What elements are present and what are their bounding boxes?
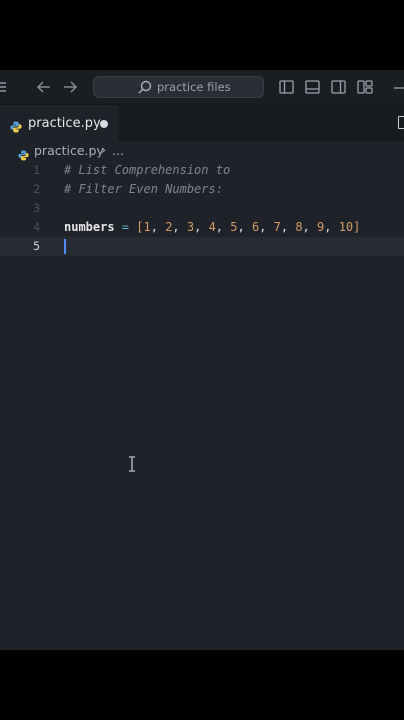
customize-layout-icon[interactable] [357,80,373,94]
line-number: 3 [33,201,40,215]
menu-icon[interactable] [0,70,10,104]
bracket: [ [136,220,144,234]
command-center-search[interactable]: practice files [93,76,264,98]
number-literal: 7 [273,220,281,234]
code-comment: # Filter Even Numbers: [64,182,223,196]
back-arrow-icon[interactable] [37,80,51,94]
line-number: 5 [33,239,40,253]
code-editor[interactable]: 1 # List Comprehension to 2 # Filter Eve… [0,161,404,650]
line-number: 2 [33,182,40,196]
code-comment: # List Comprehension to [64,163,231,177]
comma: , [302,220,317,234]
python-file-icon [10,118,22,137]
toggle-panel-icon[interactable] [305,80,320,94]
comma: , [324,220,339,234]
breadcrumb-file[interactable]: practice.py [34,143,104,158]
line-number: 1 [33,163,40,177]
number-literal: 10 [338,220,354,234]
code-statement: numbers = [1, 2, 3, 4, 5, 6, 7, 8, 9, 10… [64,218,360,237]
editor-window: practice files practice.py practice.py ›… [0,70,404,650]
tab-label: practice.py [28,116,101,131]
search-label: practice files [157,80,231,94]
title-bar: practice files [0,70,404,105]
forward-arrow-icon[interactable] [63,80,77,94]
line-number: 4 [33,220,40,234]
text-cursor-icon [128,456,136,476]
minimize-icon[interactable] [393,80,404,99]
text-caret [64,239,66,254]
breadcrumb: practice.py › ... [0,141,404,161]
number-literal: 1 [143,220,151,234]
editor-actions-icon[interactable] [398,116,404,129]
comma: , [172,220,187,234]
variable-name: numbers [64,220,115,234]
number-literal: 8 [295,220,303,234]
code-line: 3 [0,199,404,218]
code-line: 2 # Filter Even Numbers: [0,180,404,199]
breadcrumb-symbols[interactable]: ... [112,143,124,158]
assign-operator: = [114,220,137,234]
comma: , [150,220,166,234]
comma: , [259,220,274,234]
tab-bar: practice.py [0,105,404,141]
comma: , [194,220,209,234]
breadcrumb-separator: › [101,142,106,157]
comma: , [215,220,231,234]
number-literal: 4 [208,220,216,234]
code-line: 4 numbers = [1, 2, 3, 4, 5, 6, 7, 8, 9, … [0,218,404,237]
code-line-active: 5 [0,237,404,256]
comma: , [280,220,296,234]
unsaved-dot-icon[interactable] [100,120,108,128]
tab-practice-py[interactable]: practice.py [0,105,118,141]
search-icon [138,80,152,100]
bracket: ] [353,220,361,234]
toggle-secondary-sidebar-icon[interactable] [331,80,346,94]
comma: , [237,220,252,234]
code-line: 1 # List Comprehension to [0,161,404,180]
toggle-sidebar-icon[interactable] [279,80,294,94]
